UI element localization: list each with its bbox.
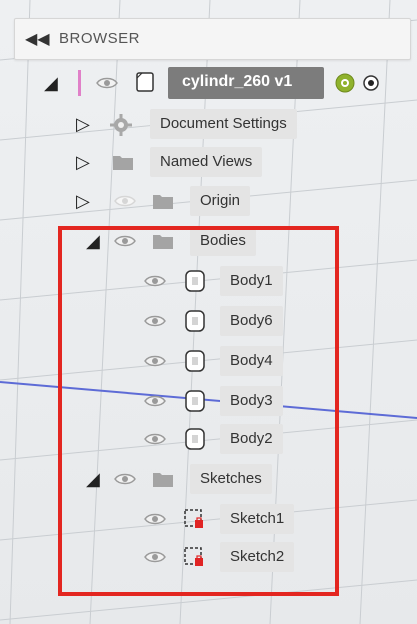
document-name[interactable]: cylindr_260 v1 [182, 73, 292, 91]
gear-icon [110, 114, 132, 136]
highlight-box [58, 226, 339, 596]
document-settings-label: Document Settings [150, 109, 297, 139]
browser-header[interactable]: ◀◀ BROWSER [14, 18, 411, 60]
tree-item-origin[interactable]: ▷ Origin [0, 186, 417, 216]
triangle-collapsed-icon[interactable]: ▷ [76, 147, 90, 177]
triangle-expanded-icon[interactable]: ◢ [44, 68, 58, 98]
document-divider [78, 70, 81, 96]
component-box-icon [134, 70, 156, 94]
browser-title: BROWSER [59, 30, 141, 47]
eye-icon[interactable] [96, 76, 118, 90]
folder-icon [112, 153, 134, 171]
tree-item-document-settings[interactable]: ▷ Document Settings [0, 109, 417, 139]
folder-icon [152, 192, 174, 210]
collapse-browser-icon[interactable]: ◀◀ [25, 29, 50, 49]
triangle-collapsed-icon[interactable]: ▷ [76, 186, 90, 216]
eye-hidden-icon[interactable] [114, 194, 136, 208]
named-views-label: Named Views [150, 147, 263, 177]
target-gear-icon[interactable] [334, 72, 356, 94]
tree-item-named-views[interactable]: ▷ Named Views [0, 147, 417, 177]
origin-label: Origin [190, 186, 251, 216]
triangle-collapsed-icon[interactable]: ▷ [76, 109, 90, 139]
radio-icon[interactable] [362, 74, 380, 92]
